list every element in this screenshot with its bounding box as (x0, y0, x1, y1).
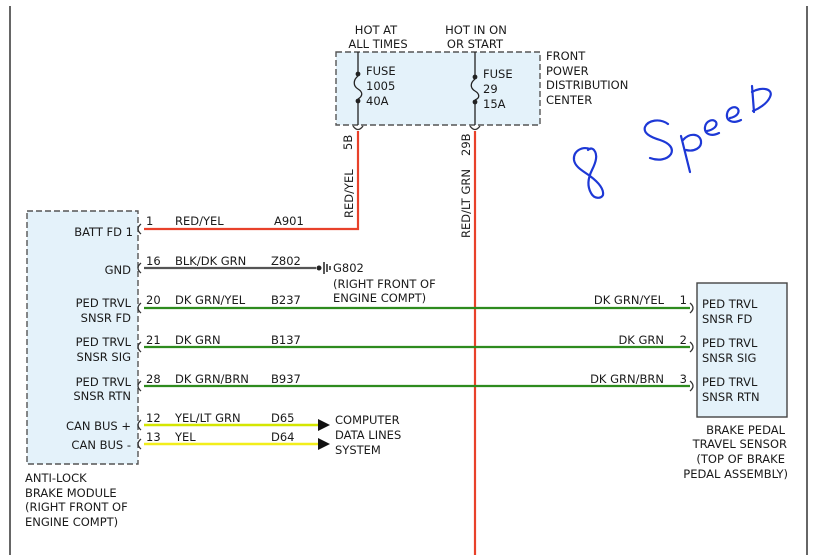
abs-pin-ped-rtn-line1: PED TRVL (76, 375, 132, 389)
sensor-title-line2: TRAVEL SENSOR (692, 437, 787, 451)
ground-location-line1: (RIGHT FRONT OF (333, 277, 436, 291)
pin-13-number: 13 (146, 430, 161, 444)
pin-21-color: DK GRN (175, 333, 221, 347)
pin-16-color: BLK/DK GRN (175, 254, 246, 268)
ground-symbol-icon (316, 262, 331, 274)
pin-20-number: 20 (146, 293, 161, 307)
abs-pin-ped-fd-line2: SNSR FD (81, 311, 131, 325)
abs-pin-ped-sig-line1: PED TRVL (76, 335, 132, 349)
pin-1-circuit: A901 (274, 214, 304, 228)
sensor-pin-rtn-line1: PED TRVL (702, 375, 758, 389)
hot-in-on-line1: HOT IN ON (445, 23, 507, 37)
sensor-title-line3: (TOP OF BRAKE (696, 452, 785, 466)
can-plus-arrow-icon (318, 419, 330, 431)
abs-title-line1: ANTI-LOCK (25, 471, 87, 485)
sensor-title-line1: BRAKE PEDAL (706, 423, 785, 437)
pin-21-circuit: B137 (271, 333, 301, 347)
pin-28-color: DK GRN/BRN (175, 372, 249, 386)
abs-pin-batt-fd-label: BATT FD 1 (74, 225, 133, 239)
pin-16-number: 16 (146, 254, 161, 268)
terminal-5b-label: 5B (341, 135, 355, 150)
pin-12-number: 12 (146, 411, 161, 425)
sensor-connector-arcs (689, 302, 694, 392)
abs-title-line4: ENGINE COMPT) (25, 515, 118, 529)
sensor-pin-2-number: 2 (680, 333, 687, 347)
fpdc-name-line2: POWER (546, 64, 589, 78)
fpdc-name-line4: CENTER (546, 93, 592, 107)
wire-red-lt-grn-vertical-label: RED/LT GRN (459, 169, 473, 238)
data-lines-line2: DATA LINES (335, 428, 401, 442)
sensor-pin-rtn-line2: SNSR RTN (702, 390, 760, 404)
wiring-diagram: HOT AT ALL TIMES HOT IN ON OR START FUSE… (9, 6, 808, 555)
sensor-pin-1-number: 1 (680, 293, 687, 307)
pin-12-circuit: D65 (271, 411, 295, 425)
hot-at-all-times-line2: ALL TIMES (348, 37, 407, 51)
ground-location-line2: ENGINE COMPT) (333, 291, 426, 305)
sensor-pin-1-color: DK GRN/YEL (594, 293, 665, 307)
wire-red-yel-vertical-label: RED/YEL (342, 169, 356, 218)
fuse-29-number: 29 (483, 82, 498, 96)
abs-pin-gnd-label: GND (105, 263, 132, 277)
pin-13-circuit: D64 (271, 430, 295, 444)
terminal-29b-connector (469, 125, 481, 131)
fuse-29-label: FUSE (483, 67, 513, 81)
handwritten-8-speed-annotation (572, 84, 772, 199)
hot-at-all-times-line1: HOT AT (355, 23, 398, 37)
anti-lock-brake-module: BATT FD 1 GND PED TRVL SNSR FD PED TRVL … (25, 210, 142, 529)
pin-20-circuit: B237 (271, 293, 301, 307)
pin-28-number: 28 (146, 372, 161, 386)
sensor-pin-3-color: DK GRN/BRN (590, 372, 664, 386)
sensor-pin-fd-line2: SNSR FD (702, 312, 752, 326)
sensor-pin-3-number: 3 (680, 372, 687, 386)
abs-pin-ped-sig-line2: SNSR SIG (77, 350, 131, 364)
abs-pin-ped-rtn-line2: SNSR RTN (73, 389, 131, 403)
fuse-1005-number: 1005 (366, 79, 395, 93)
pin-13-color: YEL (174, 430, 196, 444)
fuse-29-rating: 15A (483, 97, 506, 111)
fuse-1005-rating: 40A (366, 94, 389, 108)
fpdc-name-line3: DISTRIBUTION (546, 78, 628, 92)
abs-pin-can-minus-label: CAN BUS - (71, 438, 131, 452)
abs-title-line2: BRAKE MODULE (25, 486, 117, 500)
abs-wire-labels: 1 RED/YEL A901 16 BLK/DK GRN Z802 20 DK … (146, 214, 304, 444)
pin-20-color: DK GRN/YEL (175, 293, 246, 307)
abs-pin-can-plus-label: CAN BUS + (66, 419, 131, 433)
abs-pin-ped-fd-line1: PED TRVL (76, 296, 132, 310)
sensor-title-line4: PEDAL ASSEMBLY) (683, 467, 788, 481)
can-minus-arrow-icon (318, 438, 330, 450)
abs-title-line3: (RIGHT FRONT OF (25, 500, 128, 514)
pin-1-color: RED/YEL (175, 214, 224, 228)
hot-in-on-line2: OR START (447, 37, 504, 51)
pin-21-number: 21 (146, 333, 161, 347)
data-lines-line1: COMPUTER (335, 413, 400, 427)
pin-12-color: YEL/LT GRN (174, 411, 241, 425)
sensor-pin-sig-line1: PED TRVL (702, 336, 758, 350)
pin-1-number: 1 (146, 214, 153, 228)
terminal-5b-connector (352, 125, 364, 131)
fuse-1005-label: FUSE (366, 64, 396, 78)
brake-pedal-travel-sensor: PED TRVL SNSR FD PED TRVL SNSR SIG PED T… (590, 282, 788, 481)
ground-id: G802 (333, 261, 364, 275)
fpdc-name-line1: FRONT (546, 49, 586, 63)
sensor-pin-2-color: DK GRN (618, 333, 664, 347)
pin-16-circuit: Z802 (271, 254, 301, 268)
front-power-distribution-center: HOT AT ALL TIMES HOT IN ON OR START FUSE… (335, 23, 628, 156)
sensor-pin-fd-line1: PED TRVL (702, 297, 758, 311)
data-lines-line3: SYSTEM (335, 443, 381, 457)
sensor-pin-sig-line2: SNSR SIG (702, 351, 756, 365)
terminal-29b-label: 29B (459, 133, 473, 156)
pin-28-circuit: B937 (271, 372, 301, 386)
